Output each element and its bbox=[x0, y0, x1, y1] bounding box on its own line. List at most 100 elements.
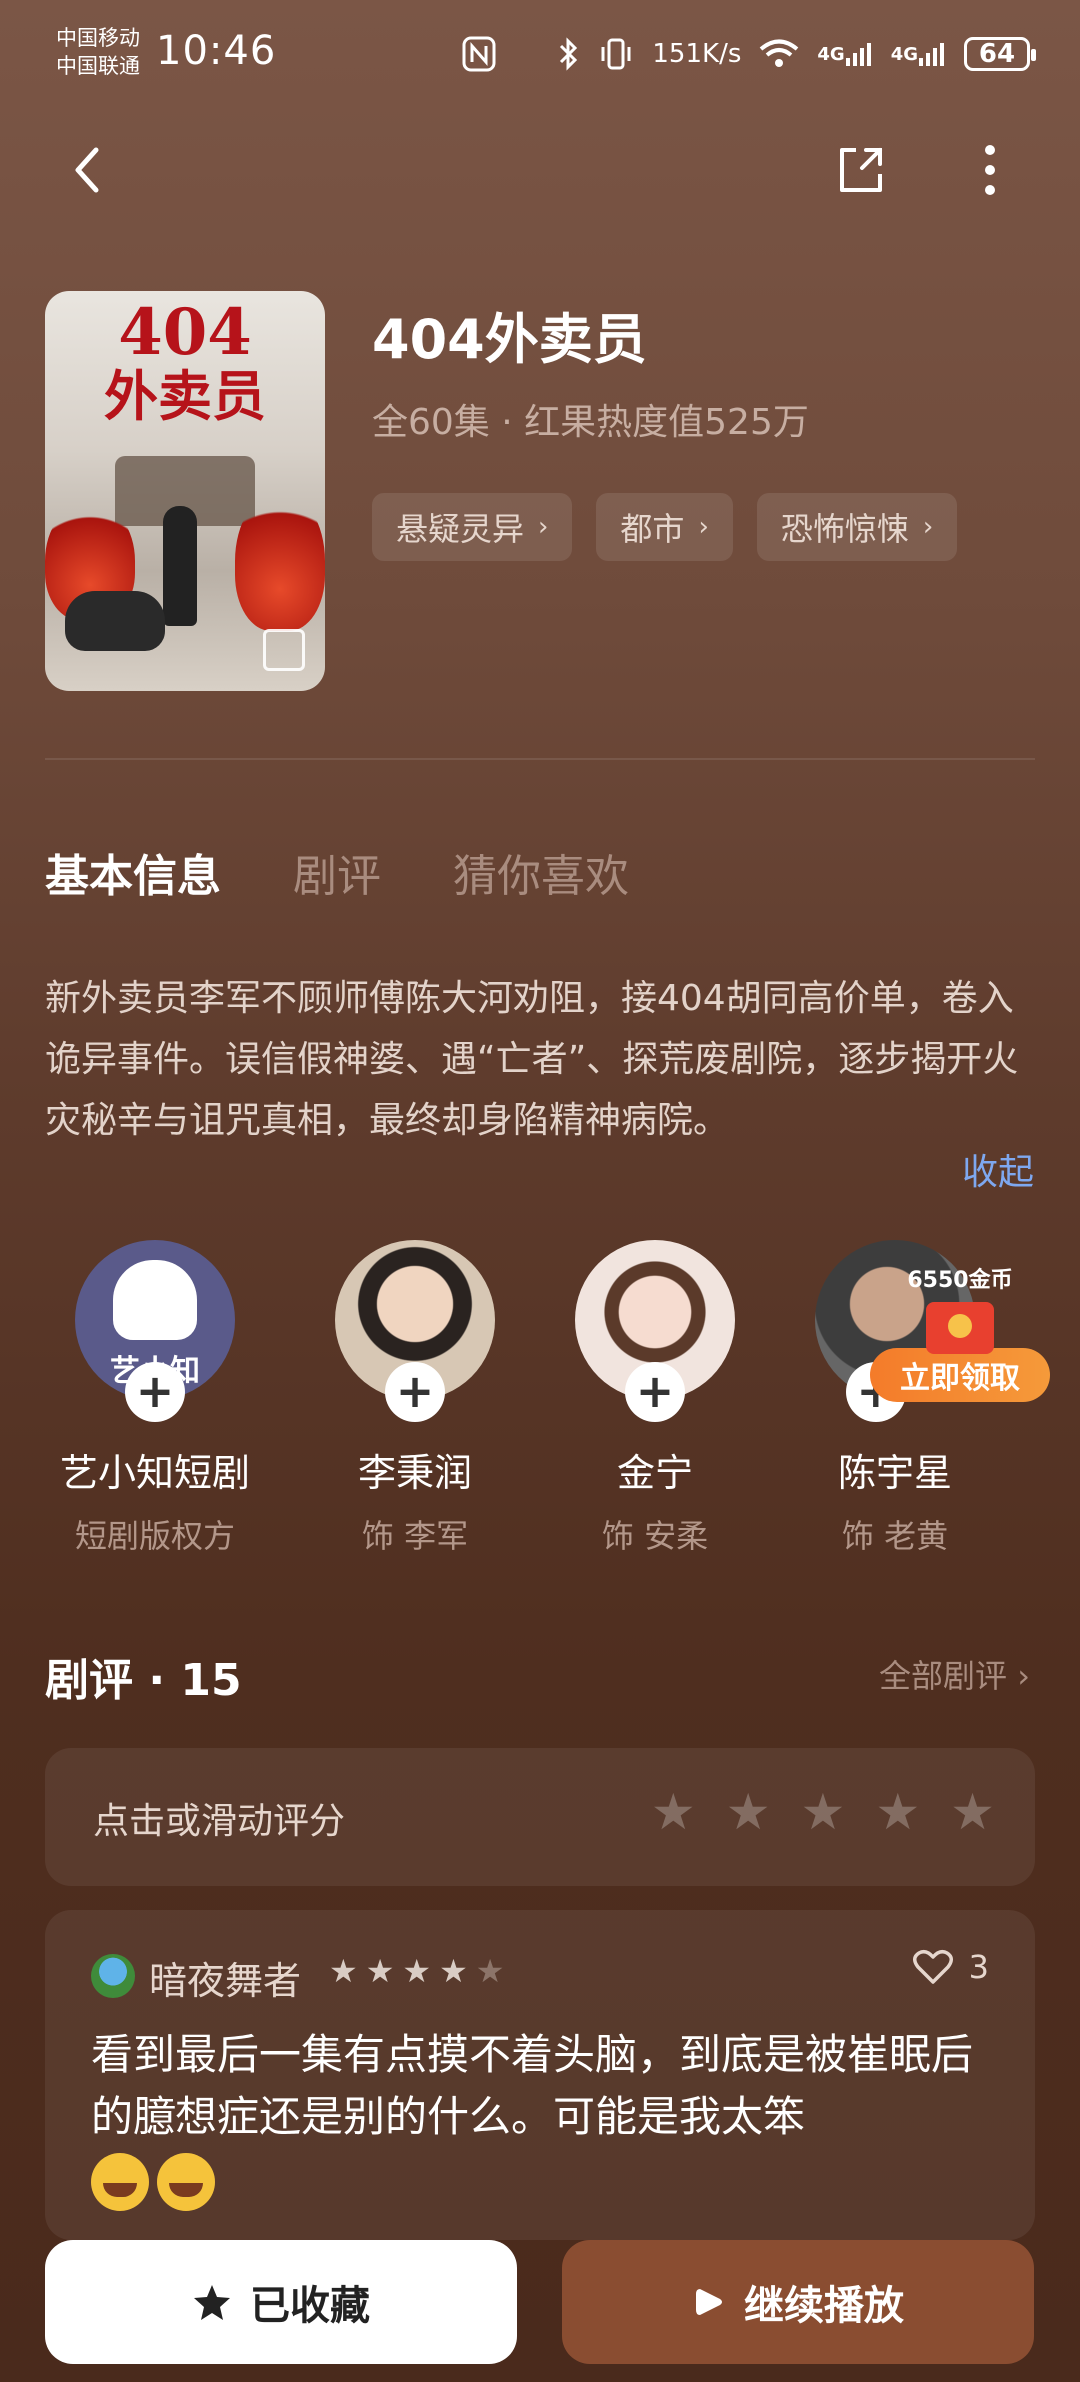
carrier-2: 中国联通 bbox=[56, 54, 140, 78]
cover-title-number: 404 bbox=[118, 295, 252, 370]
tag-label: 悬疑灵异 bbox=[396, 510, 525, 548]
cast-name: 艺小知短剧 bbox=[59, 1451, 250, 1495]
cast-role: 饰 老黄 bbox=[841, 1517, 949, 1555]
crying-emoji-icon bbox=[157, 2152, 215, 2211]
vibrate-icon bbox=[598, 37, 634, 71]
star-icon[interactable]: ★ bbox=[875, 1782, 920, 1842]
like-button[interactable]: 3 bbox=[912, 1948, 989, 1986]
play-label: 继续播放 bbox=[744, 2283, 904, 2329]
cast-role: 饰 李军 bbox=[361, 1517, 469, 1555]
cover-flame-art bbox=[235, 491, 325, 631]
claim-reward-button[interactable]: 立即领取 bbox=[870, 1348, 1050, 1402]
rating-stars[interactable]: ★ ★ ★ ★ ★ bbox=[651, 1782, 995, 1842]
half-star-icon: ★ bbox=[475, 1952, 505, 1990]
star-icon: ★ bbox=[439, 1952, 468, 1990]
star-icon: ★ bbox=[365, 1952, 395, 1990]
review-rating: ★ ★ ★ ★ ★ bbox=[329, 1952, 504, 1990]
star-icon bbox=[194, 2285, 230, 2320]
chevron-right-icon: › bbox=[698, 512, 709, 542]
signal-1-icon: 4G bbox=[817, 40, 872, 68]
clock: 10:46 bbox=[156, 28, 277, 74]
tab-recommendations[interactable]: 猜你喜欢 bbox=[453, 840, 629, 904]
avatar[interactable] bbox=[91, 1954, 135, 1998]
red-envelope-icon bbox=[926, 1302, 994, 1354]
cast-role: 饰 安柔 bbox=[601, 1517, 709, 1555]
tag-horror[interactable]: 恐怖惊悚 › bbox=[756, 493, 958, 561]
cast-member[interactable]: + 金宁 饰 安柔 bbox=[535, 1240, 775, 1557]
status-bar: 中国移动 中国联通 10:46 151 K/s 4G 4G 64 bbox=[0, 0, 1080, 110]
rating-card[interactable]: 点击或滑动评分 ★ ★ ★ ★ ★ bbox=[45, 1748, 1035, 1886]
net-speed-value: 151 bbox=[652, 38, 703, 69]
tab-reviews[interactable]: 剧评 bbox=[293, 840, 381, 904]
status-icons: 151 K/s 4G 4G 64 bbox=[558, 28, 1036, 80]
follow-plus-icon[interactable]: + bbox=[385, 1362, 445, 1422]
reviews-title: 剧评 · 15 bbox=[45, 1655, 242, 1706]
rating-prompt: 点击或滑动评分 bbox=[93, 1801, 346, 1842]
all-reviews-label: 全部剧评 bbox=[879, 1657, 1008, 1695]
coin-reward-widget[interactable]: 6550金币 立即领取 bbox=[870, 1262, 1050, 1402]
share-icon bbox=[840, 148, 882, 192]
review-author[interactable]: 暗夜舞者 bbox=[149, 1950, 301, 2005]
chevron-right-icon: › bbox=[538, 512, 549, 542]
crying-emoji-icon bbox=[91, 2152, 149, 2211]
detail-tabs: 基本信息 剧评 猜你喜欢 bbox=[45, 840, 629, 904]
like-count: 3 bbox=[968, 1948, 989, 1986]
mascot-icon bbox=[113, 1260, 197, 1340]
star-icon: ★ bbox=[402, 1952, 432, 1990]
cast-role: 短剧版权方 bbox=[74, 1517, 235, 1555]
chevron-right-icon: › bbox=[922, 512, 934, 542]
net-speed: 151 K/s bbox=[652, 38, 742, 69]
more-vertical-icon bbox=[985, 145, 995, 195]
genre-tags: 悬疑灵异 › 都市 › 恐怖惊悚 › bbox=[372, 493, 958, 561]
divider bbox=[45, 758, 1035, 760]
signal-1-label: 4G bbox=[817, 43, 845, 65]
share-button[interactable] bbox=[830, 140, 890, 200]
cast-name: 李秉润 bbox=[357, 1451, 472, 1495]
star-icon[interactable]: ★ bbox=[651, 1782, 696, 1842]
cover-figure-art bbox=[163, 506, 197, 626]
tag-label: 都市 bbox=[620, 510, 685, 548]
cast-member[interactable]: 艺小知 + 艺小知短剧 短剧版权方 bbox=[35, 1240, 275, 1557]
cover-title-text: 外卖员 bbox=[104, 364, 266, 428]
synopsis: 新外卖员李军不顾师傅陈大河劝阻，接404胡同高价单，卷入诡异事件。误信假神婆、遇… bbox=[45, 978, 1019, 1141]
cover-scooter-art bbox=[65, 591, 165, 651]
bluetooth-icon bbox=[558, 37, 580, 71]
cast-member[interactable]: + 李秉润 饰 李军 bbox=[295, 1240, 535, 1557]
drama-meta: 全60集 · 红果热度值525万 bbox=[372, 402, 809, 443]
carrier-info: 中国移动 中国联通 bbox=[56, 24, 140, 80]
star-icon: ★ bbox=[329, 1952, 358, 1990]
tab-basic-info[interactable]: 基本信息 bbox=[45, 840, 221, 904]
star-icon[interactable]: ★ bbox=[726, 1782, 771, 1842]
copy-icon bbox=[263, 629, 305, 671]
play-icon bbox=[696, 2289, 722, 2315]
star-icon[interactable]: ★ bbox=[950, 1782, 995, 1842]
collapse-link[interactable]: 收起 bbox=[962, 1143, 1034, 1195]
review-text: 看到最后一集有点摸不着头脑，到底是被崔眠后的臆想症还是别的什么。可能是我太笨 bbox=[91, 2024, 991, 2211]
tag-label: 恐怖惊悚 bbox=[780, 510, 909, 548]
battery-indicator: 64 bbox=[964, 37, 1036, 71]
follow-plus-icon[interactable]: + bbox=[125, 1362, 185, 1422]
tag-urban[interactable]: 都市 › bbox=[596, 493, 733, 561]
follow-plus-icon[interactable]: + bbox=[625, 1362, 685, 1422]
cast-name: 金宁 bbox=[616, 1451, 693, 1495]
continue-play-button[interactable]: 继续播放 bbox=[562, 2240, 1034, 2364]
review-body: 看到最后一集有点摸不着头脑，到底是被崔眠后的臆想症还是别的什么。可能是我太笨 bbox=[91, 2030, 974, 2141]
signal-2-label: 4G bbox=[890, 43, 918, 65]
net-speed-unit: K/s bbox=[702, 38, 742, 69]
tag-suspense[interactable]: 悬疑灵异 › bbox=[372, 493, 573, 561]
signal-2-icon: 4G bbox=[891, 40, 946, 68]
more-button[interactable] bbox=[960, 140, 1020, 200]
heart-icon bbox=[912, 1949, 953, 1984]
cover-title: 404 外卖员 bbox=[45, 295, 325, 428]
avatar: 艺小知 + bbox=[75, 1240, 235, 1422]
drama-cover[interactable]: 404 外卖员 bbox=[45, 291, 325, 691]
chevron-left-icon bbox=[75, 147, 99, 193]
drama-title: 404外卖员 bbox=[372, 308, 647, 371]
avatar: + bbox=[335, 1240, 495, 1422]
back-button[interactable] bbox=[60, 140, 120, 200]
avatar: + bbox=[575, 1240, 735, 1422]
review-card[interactable]: 暗夜舞者 ★ ★ ★ ★ ★ 3 看到最后一集有点摸不着头脑，到底是被崔眠后的臆… bbox=[45, 1910, 1035, 2240]
favorite-button[interactable]: 已收藏 bbox=[45, 2240, 517, 2364]
star-icon[interactable]: ★ bbox=[801, 1782, 846, 1842]
all-reviews-link[interactable]: 全部剧评 › bbox=[879, 1651, 1030, 1697]
